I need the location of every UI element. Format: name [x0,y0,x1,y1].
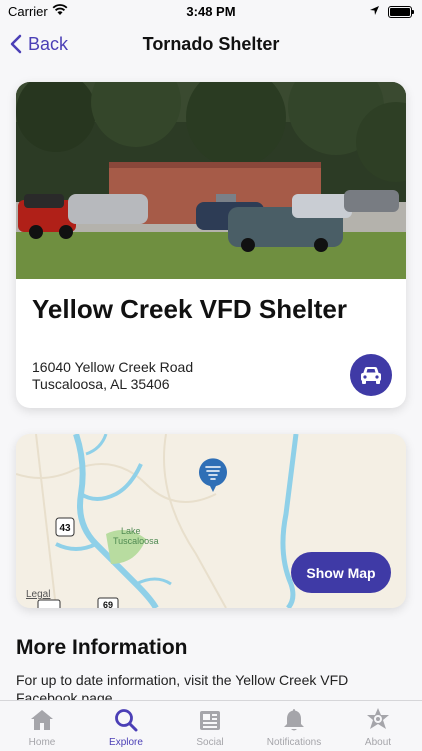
location-arrow-icon [369,4,380,19]
badge-icon [338,707,418,733]
tab-bar: Home Explore Social Notifications About [0,700,422,751]
tab-about-label: About [364,737,392,748]
tab-notifications[interactable]: Notifications [254,707,334,751]
directions-button[interactable] [350,354,392,396]
tab-home[interactable]: Home [2,707,82,751]
search-icon [86,707,166,733]
status-bar: Carrier 3:48 PM [0,0,422,22]
navigation-bar: Back Tornado Shelter [0,22,422,66]
page-title: Tornado Shelter [142,34,280,54]
tab-social-label: Social [196,737,224,748]
tab-social[interactable]: Social [170,707,250,751]
route-69-label: 69 [103,600,113,608]
tab-notifications-label: Notifications [266,737,322,748]
show-map-button[interactable]: Show Map [291,552,391,593]
route-43-label: 43 [59,523,71,534]
status-time: 3:48 PM [186,4,236,19]
shelter-card: Yellow Creek VFD Shelter 16040 Yellow Cr… [16,82,406,408]
tab-explore-label: Explore [109,737,143,748]
tab-about[interactable]: About [338,707,418,751]
tab-home-label: Home [28,737,56,748]
shelter-address: 16040 Yellow Creek Road Tuscaloosa, AL 3… [32,359,193,393]
lake-label-1: Lake [121,526,141,536]
shelter-name: Yellow Creek VFD Shelter [32,294,348,324]
newspaper-icon [170,707,250,733]
lake-label-2: Tuscaloosa [113,536,159,546]
battery-icon [388,6,414,18]
address-line-2: Tuscaloosa, AL 35406 [32,376,170,392]
map-legal-link[interactable]: Legal [26,589,50,600]
home-icon [2,707,82,733]
shelter-photo [16,82,406,279]
car-icon [361,367,381,384]
more-info-title: More Information [16,636,188,659]
tab-explore[interactable]: Explore [86,707,166,751]
address-line-1: 16040 Yellow Creek Road [32,359,194,375]
bell-icon [254,707,334,733]
